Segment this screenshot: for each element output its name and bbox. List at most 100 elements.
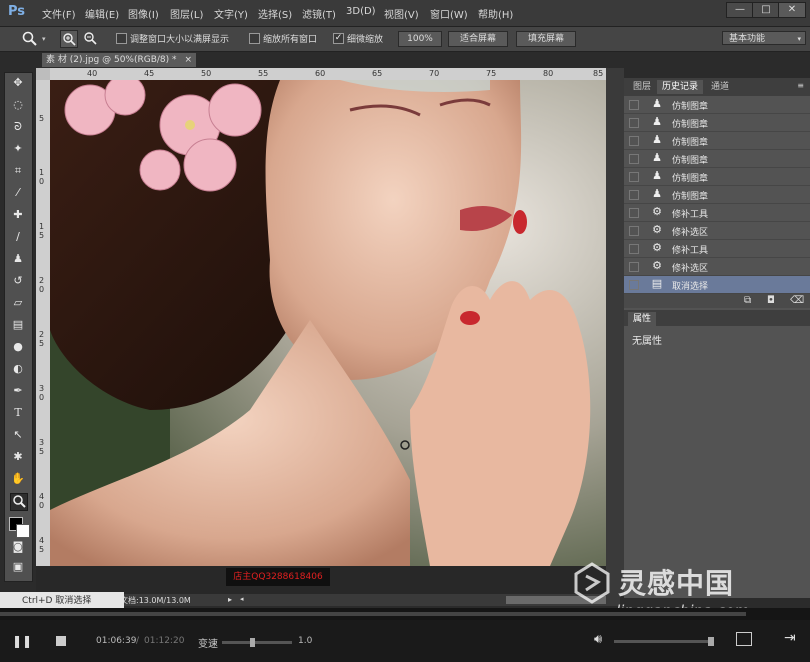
healing-brush-tool-icon[interactable]: ✚ [10,207,26,223]
fill-screen-button[interactable]: 填充屏幕 [516,31,576,47]
list-item[interactable]: ⚙ 修补工具 [624,240,810,258]
zoom-in-icon[interactable] [60,30,78,48]
list-item[interactable]: ▤ 取消选择 [624,276,810,294]
workspace-select[interactable]: 基本功能 ▾ [722,31,806,45]
pause-icon[interactable]: ❚❚ [12,634,32,648]
type-tool-icon[interactable]: T [10,405,26,421]
snapshot-camera-icon[interactable]: ◘ [767,295,775,306]
screen-mode-icon[interactable]: ▣ [10,559,26,575]
menu-help[interactable]: 帮助(H) [478,6,513,21]
magic-wand-tool-icon[interactable]: ✦ [10,141,26,157]
list-item[interactable]: ⚙ 修补选区 [624,222,810,240]
resize-windows-checkbox[interactable] [116,33,127,44]
list-item[interactable]: ♟ 仿制图章 [624,150,810,168]
background-color-swatch[interactable] [16,524,30,538]
list-item[interactable]: ⚙ 修补工具 [624,204,810,222]
list-item[interactable]: ♟ 仿制图章 [624,186,810,204]
history-brush-tool-icon[interactable]: ↺ [10,273,26,289]
crop-tool-icon[interactable]: ⌗ [10,163,26,179]
list-item[interactable]: ⚙ 修补选区 [624,258,810,276]
minimize-button[interactable]: — [726,2,754,18]
scrubby-zoom-checkbox[interactable]: ✓ [333,33,344,44]
ruler-tick-label: 75 [486,69,497,78]
tab-properties[interactable]: 属性 [628,312,657,326]
menu-type[interactable]: 文字(Y) [214,6,248,21]
properties-tab-bar: 属性 [624,310,810,326]
history-label: 仿制图章 [672,120,709,130]
clone-stamp-tool-icon[interactable]: ♟ [10,251,26,267]
panel-menu-icon[interactable]: ≡ [797,81,804,90]
maximize-button[interactable]: □ [752,2,780,18]
menu-select[interactable]: 选择(S) [258,6,292,21]
menu-image[interactable]: 图像(I) [128,6,159,21]
ruler-horizontal: 40 45 50 55 60 65 70 75 80 85 [50,68,606,80]
brush-tool-icon[interactable]: ∕ [10,229,26,245]
zoom-all-checkbox[interactable] [249,33,260,44]
speed-slider-handle[interactable] [250,638,255,647]
eraser-tool-icon[interactable]: ▱ [10,295,26,311]
hand-tool-icon[interactable]: ✋ [10,471,26,487]
menu-filter[interactable]: 滤镜(T) [302,6,336,21]
panel-tab-bar: 图层 历史记录 通道 ≡ [624,78,810,96]
stop-icon[interactable] [56,636,66,646]
scrubby-zoom-label: 细微缩放 [347,35,384,45]
menu-edit[interactable]: 编辑(E) [85,6,119,21]
list-item[interactable]: ♟ 仿制图章 [624,96,810,114]
ruler-tick-label: 40 [87,69,98,78]
scroll-left-icon[interactable]: ◂ [240,595,244,603]
quick-mask-icon[interactable]: ◙ [10,539,26,555]
ruler-tick-label: 4 0 [39,492,45,510]
pen-tool-icon[interactable]: ✒ [10,383,26,399]
shape-tool-icon[interactable]: ✱ [10,449,26,465]
status-menu-arrow-icon[interactable]: ▸ [228,595,232,604]
zoom-out-icon[interactable] [82,30,98,46]
tab-history[interactable]: 历史记录 [657,80,704,94]
zoom-100-button[interactable]: 100% [398,31,442,47]
history-list: ♟ 仿制图章 ♟ 仿制图章 ♟ 仿制图章 ♟ 仿制图章 ♟ 仿制图章 ♟ 仿制图章 ⚙ 修补工… [624,96,810,296]
move-tool-icon[interactable]: ✥ [10,75,26,91]
exit-icon[interactable]: ⇥ [784,630,796,646]
trash-icon[interactable]: ⌫ [790,295,804,306]
ruler-tick-label: 1 5 [39,222,45,240]
ruler-tick-label: 3 5 [39,438,45,456]
player-progress-track[interactable] [0,608,810,620]
gradient-tool-icon[interactable]: ▤ [10,317,26,333]
menu-view[interactable]: 视图(V) [384,6,419,21]
document-canvas[interactable] [50,80,606,566]
dodge-tool-icon[interactable]: ◐ [10,361,26,377]
list-item[interactable]: ♟ 仿制图章 [624,114,810,132]
tab-close-icon[interactable]: × [184,53,192,67]
list-item[interactable]: ♟ 仿制图章 [624,132,810,150]
zoom-tool-icon[interactable] [22,31,38,47]
tab-layers[interactable]: 图层 [628,80,656,94]
tab-channels[interactable]: 通道 [706,80,734,94]
marquee-tool-icon[interactable]: ◌ [10,97,26,113]
lasso-tool-icon[interactable]: ᘐ [10,119,26,135]
history-label: 修补选区 [672,264,709,274]
stamp-icon: ♟ [652,97,662,110]
path-selection-tool-icon[interactable]: ↖ [10,427,26,443]
menu-file[interactable]: 文件(F) [42,6,76,21]
zoom-tool-active-icon[interactable] [10,493,28,511]
close-button[interactable]: ✕ [778,2,806,18]
volume-icon[interactable]: 🔊︎ [594,632,602,647]
tool-preset-arrow-icon[interactable]: ▾ [42,35,46,43]
blur-tool-icon[interactable]: ● [10,339,26,355]
list-item[interactable]: ♟ 仿制图章 [624,168,810,186]
volume-slider[interactable] [614,637,714,646]
fit-screen-button[interactable]: 适合屏幕 [448,31,508,47]
speed-slider[interactable] [222,638,292,647]
ruler-tick-label: 55 [258,69,269,78]
patch-icon: ⚙ [652,241,662,254]
ruler-tick-label: 5 [39,114,45,123]
eyedropper-tool-icon[interactable]: ⁄ [10,185,26,201]
menu-layer[interactable]: 图层(L) [170,6,203,21]
tools-panel: ✥ ◌ ᘐ ✦ ⌗ ⁄ ✚ ∕ ♟ ↺ ▱ ▤ ● ◐ ✒ T ↖ ✱ ✋ ◙ … [4,72,33,582]
new-document-from-state-icon[interactable]: ⧉ [744,295,751,306]
menu-3d[interactable]: 3D(D) [346,6,376,17]
volume-slider-handle[interactable] [708,637,714,646]
menu-window[interactable]: 窗口(W) [430,6,468,21]
document-tab[interactable]: 素 材 (2).jpg @ 50%(RGB/8) * × [42,53,196,67]
fullscreen-icon[interactable] [736,632,752,646]
document-tab-title: 素 材 (2).jpg @ 50%(RGB/8) * [46,55,177,65]
